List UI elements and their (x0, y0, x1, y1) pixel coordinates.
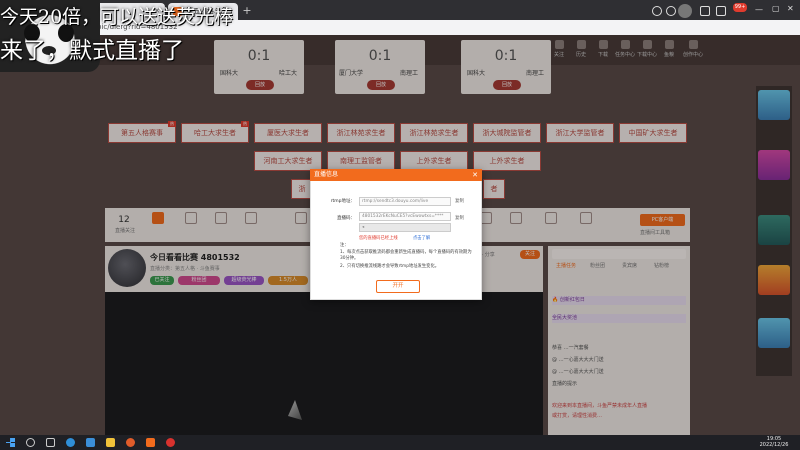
folder-icon[interactable] (106, 438, 115, 447)
caption-line-2: 来了，默式直播了 (0, 38, 184, 64)
warning-text: 您的直播码已经上线 (359, 236, 398, 241)
note-title: 注： (340, 243, 349, 248)
notification-badge: 99+ (733, 3, 747, 12)
search-icon[interactable] (26, 438, 35, 447)
store-icon[interactable] (86, 438, 95, 447)
app-icon[interactable] (166, 438, 175, 447)
minimize-icon[interactable]: — (755, 5, 765, 14)
rtmp-label: rtmp地址： (330, 199, 355, 204)
code-field[interactable]: 4801532rEKcNuCE5?vcEwowtxs=**** (359, 212, 451, 221)
line-select[interactable]: ◂ (359, 223, 451, 232)
start-button[interactable]: 开开 (376, 280, 420, 293)
task-view-icon[interactable] (46, 438, 55, 447)
douyu-app-icon[interactable] (146, 438, 155, 447)
shirt-icon[interactable] (700, 6, 710, 16)
caption-line-1: 今天20倍，可以送送荧光棒 (0, 6, 234, 28)
rtmp-field[interactable]: rtmp://sendtc3.douyu.com/live (359, 197, 451, 206)
copy-code-button[interactable]: 复制 (455, 214, 464, 223)
note-2: 2、只有切换推流线路才会导致rtmp地址发生变化。 (340, 264, 440, 269)
dialog-title: 直播信息 (314, 171, 339, 178)
copy-rtmp-button[interactable]: 复制 (455, 197, 464, 206)
clock-icon[interactable] (652, 6, 662, 16)
caption-overlay: 今天20倍，可以送送荧光棒 来了，默式直播了 (0, 0, 380, 80)
code-label: 直播码： (337, 216, 355, 221)
taskbar-clock[interactable]: 19:05 2022/12/26 (752, 436, 796, 448)
close-icon[interactable]: ✕ (470, 170, 480, 180)
avatar[interactable] (678, 4, 692, 18)
windows-taskbar (0, 435, 800, 450)
maximize-icon[interactable]: ▢ (772, 4, 782, 13)
gift-icon[interactable] (716, 6, 726, 16)
edge-icon[interactable] (66, 438, 75, 447)
window-close-icon[interactable]: ✕ (787, 4, 797, 13)
browser-app-icon[interactable] (126, 438, 135, 447)
learn-more-link[interactable]: 点击了解 (413, 235, 430, 241)
note-1: 1、每次点击获取推流码都会重新生成直播码，每个直播码的有效期为30分钟。 (340, 250, 472, 261)
history-icon[interactable] (666, 6, 676, 16)
